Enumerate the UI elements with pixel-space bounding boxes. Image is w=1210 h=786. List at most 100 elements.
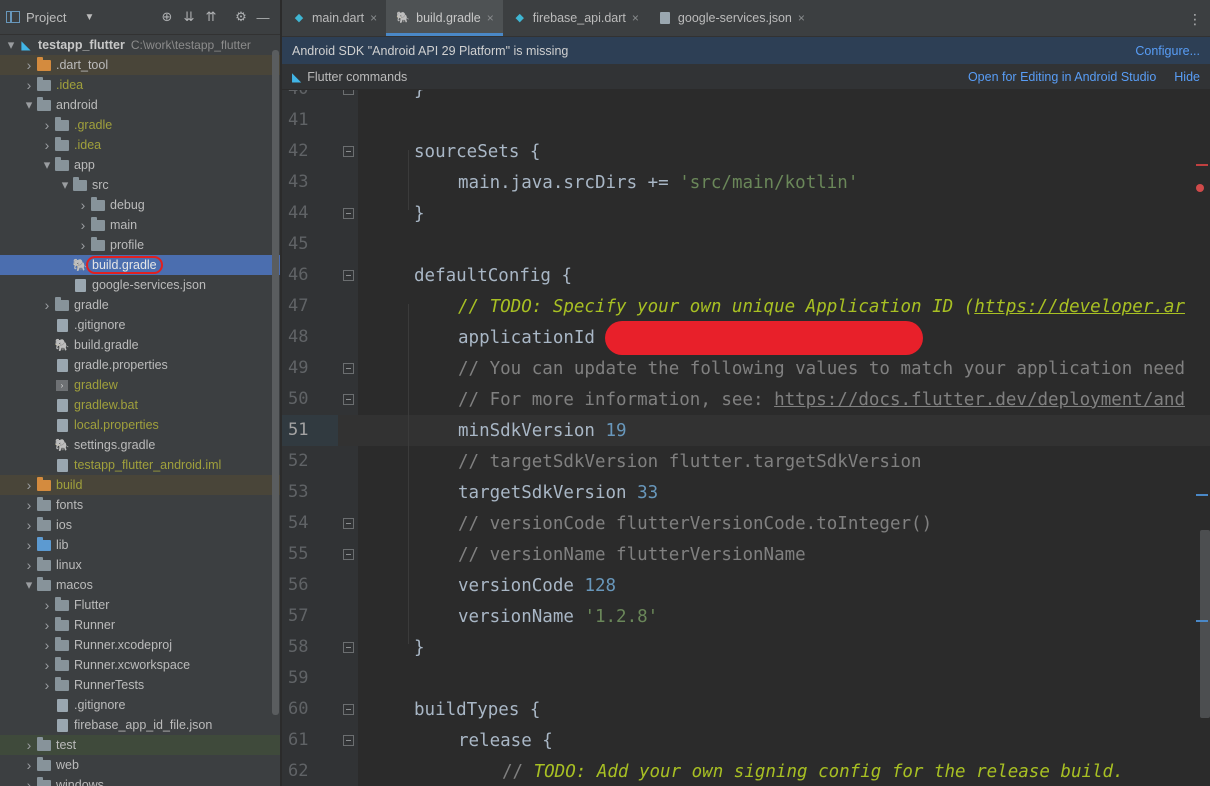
tree-item[interactable]: .gitignore [0, 315, 280, 335]
fold-marker-icon[interactable] [338, 353, 358, 384]
editor-scrollbar[interactable] [1200, 530, 1210, 718]
chevron-down-icon[interactable]: ▾ [58, 177, 72, 193]
fold-marker-icon[interactable] [338, 694, 358, 725]
configure-sdk-link[interactable]: Configure... [1135, 44, 1200, 58]
project-tree-scrollbar[interactable] [272, 50, 279, 715]
locate-file-icon[interactable]: ⊕ [156, 6, 178, 28]
chevron-right-icon[interactable]: › [40, 597, 54, 613]
code-line[interactable]: 46 defaultConfig { [282, 260, 1210, 291]
code-line[interactable]: 52 // targetSdkVersion flutter.targetSdkV… [282, 446, 1210, 477]
fold-marker-icon[interactable] [338, 198, 358, 229]
tree-item[interactable]: › lib [0, 535, 280, 555]
project-view-selector[interactable]: Project ▼ [6, 10, 94, 25]
code-line[interactable]: 53 targetSdkVersion 33 [282, 477, 1210, 508]
code-line[interactable]: 54 // versionCode flutterVersionCode.toIn… [282, 508, 1210, 539]
chevron-right-icon[interactable]: › [22, 517, 36, 533]
fold-marker-icon[interactable] [338, 632, 358, 663]
code-line[interactable]: 40} [282, 90, 1210, 105]
chevron-right-icon[interactable]: › [22, 77, 36, 93]
code-line[interactable]: 42 sourceSets { [282, 136, 1210, 167]
code-line[interactable]: 59 [282, 663, 1210, 694]
tree-item[interactable]: ▾ app [0, 155, 280, 175]
tree-item[interactable]: › build [0, 475, 280, 495]
code-line[interactable]: 41 [282, 105, 1210, 136]
tree-item[interactable]: testapp_flutter_android.iml [0, 455, 280, 475]
editor-tab[interactable]: ◆ main.dart × [282, 0, 386, 36]
tree-item[interactable]: › Runner.xcodeproj [0, 635, 280, 655]
code-line[interactable]: 47 // TODO: Specify your own unique Appli… [282, 291, 1210, 322]
editor-tab[interactable]: 🐘 build.gradle × [386, 0, 503, 36]
tree-item[interactable]: › profile [0, 235, 280, 255]
tree-item[interactable]: › Runner.xcworkspace [0, 655, 280, 675]
fold-marker-icon[interactable] [338, 260, 358, 291]
code-line[interactable]: 57 versionName '1.2.8' [282, 601, 1210, 632]
tree-item[interactable]: 🐘 build.gradle [0, 335, 280, 355]
tree-item[interactable]: › ios [0, 515, 280, 535]
tree-item[interactable]: gradlew.bat [0, 395, 280, 415]
chevron-right-icon[interactable]: › [22, 737, 36, 753]
code-line[interactable]: 49 // You can update the following values… [282, 353, 1210, 384]
chevron-right-icon[interactable]: › [76, 217, 90, 233]
tree-item[interactable]: › .dart_tool [0, 55, 280, 75]
code-line[interactable]: 55 // versionName flutterVersionName [282, 539, 1210, 570]
code-line[interactable]: 61 release { [282, 725, 1210, 756]
tree-item[interactable]: › gradle [0, 295, 280, 315]
tree-item[interactable]: › Flutter [0, 595, 280, 615]
chevron-right-icon[interactable]: › [40, 657, 54, 673]
tree-item[interactable]: › RunnerTests [0, 675, 280, 695]
tree-item[interactable]: › gradlew [0, 375, 280, 395]
chevron-right-icon[interactable]: › [22, 57, 36, 73]
code-line[interactable]: 48 applicationId [282, 320, 1210, 355]
tree-item[interactable]: ▾ android [0, 95, 280, 115]
tree-item[interactable]: google-services.json [0, 275, 280, 295]
tree-item[interactable]: › main [0, 215, 280, 235]
fold-marker-icon[interactable] [338, 508, 358, 539]
tree-item[interactable]: › .gradle [0, 115, 280, 135]
code-line[interactable]: 60 buildTypes { [282, 694, 1210, 725]
chevron-right-icon[interactable]: › [40, 117, 54, 133]
collapse-all-icon[interactable]: ⇈ [200, 6, 222, 28]
code-line[interactable]: 56 versionCode 128 [282, 570, 1210, 601]
chevron-right-icon[interactable]: › [76, 197, 90, 213]
editor-tab[interactable]: ◆ firebase_api.dart × [503, 0, 648, 36]
tab-list-menu-icon[interactable]: ⋮ [1188, 11, 1202, 28]
scrollbar-marker[interactable] [1196, 164, 1208, 166]
tree-item[interactable]: ▾ macos [0, 575, 280, 595]
scrollbar-marker[interactable] [1196, 494, 1208, 496]
scrollbar-marker[interactable] [1196, 620, 1208, 622]
tree-item[interactable]: gradle.properties [0, 355, 280, 375]
code-line[interactable]: 58} [282, 632, 1210, 663]
expand-all-icon[interactable]: ⇊ [178, 6, 200, 28]
chevron-down-icon[interactable]: ▼ [84, 12, 94, 23]
fold-marker-icon[interactable] [338, 384, 358, 415]
chevron-down-icon[interactable]: ▾ [22, 97, 36, 113]
chevron-right-icon[interactable]: › [22, 477, 36, 493]
tree-item[interactable]: ▾ src [0, 175, 280, 195]
code-line[interactable]: 51 minSdkVersion 19 [282, 415, 1210, 446]
gear-icon[interactable]: ⚙ [230, 6, 252, 28]
chevron-right-icon[interactable]: › [40, 137, 54, 153]
tree-item[interactable]: › web [0, 755, 280, 775]
code-line[interactable]: 43 main.java.srcDirs += 'src/main/kotlin' [282, 167, 1210, 198]
chevron-down-icon[interactable]: ▾ [22, 577, 36, 593]
code-line[interactable]: 50 // For more information, see: https://… [282, 384, 1210, 415]
tree-item[interactable]: › Runner [0, 615, 280, 635]
minimize-icon[interactable]: — [252, 6, 274, 28]
tree-item[interactable]: ▾ ◣ testapp_flutter C:\work\testapp_flutter [0, 35, 280, 55]
chevron-right-icon[interactable]: › [40, 297, 54, 313]
chevron-right-icon[interactable]: › [76, 237, 90, 253]
chevron-right-icon[interactable]: › [22, 557, 36, 573]
tree-item[interactable]: › linux [0, 555, 280, 575]
tree-item[interactable]: › test [0, 735, 280, 755]
fold-marker-icon[interactable] [338, 725, 358, 756]
chevron-right-icon[interactable]: › [40, 677, 54, 693]
chevron-down-icon[interactable]: ▾ [4, 37, 18, 53]
close-icon[interactable]: × [487, 11, 494, 25]
code-editor[interactable]: 40} 41 42 sourceSets {43 main.java.srcDirs +… [282, 90, 1210, 786]
chevron-right-icon[interactable]: › [22, 777, 36, 786]
fold-marker-icon[interactable] [338, 539, 358, 570]
editor-tab[interactable]: google-services.json × [648, 0, 814, 36]
close-icon[interactable]: × [798, 11, 805, 25]
tree-item[interactable]: › fonts [0, 495, 280, 515]
tree-item[interactable]: 🐘 settings.gradle [0, 435, 280, 455]
